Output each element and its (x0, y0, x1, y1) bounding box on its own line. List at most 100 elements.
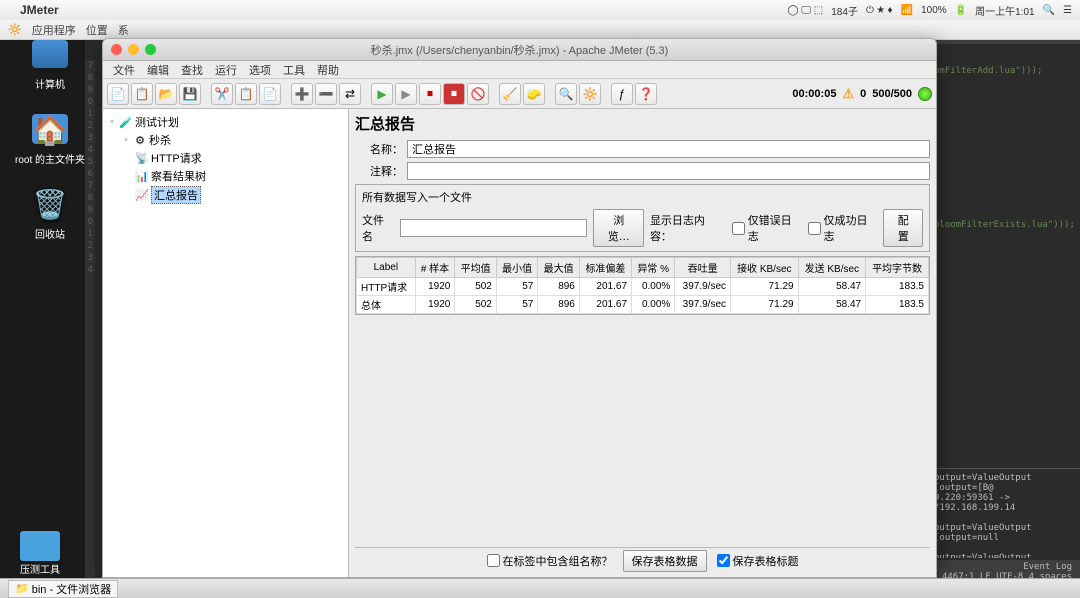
start-notime-button[interactable]: ▶ (395, 83, 417, 105)
listener-icon: 📈 (135, 188, 149, 202)
table-header[interactable]: 发送 KB/sec (798, 258, 866, 278)
content-panel: 汇总报告 名称： 注释： 所有数据写入一个文件 文件名 浏览… 显示日志内容： … (349, 109, 936, 577)
tree-handle-icon[interactable]: ◦ (107, 116, 117, 128)
configure-button[interactable]: 配置 (883, 209, 923, 247)
table-header[interactable]: 吞吐量 (675, 258, 731, 278)
menu-options[interactable]: 选项 (243, 62, 277, 78)
table-header[interactable]: Label (357, 258, 416, 278)
testplan-icon: 🧪 (119, 115, 133, 129)
minimize-button[interactable] (128, 44, 139, 55)
menu-icon[interactable]: ☰ (1063, 5, 1072, 16)
jmeter-toolbar: 📄 📋 📂 💾 ✂️ 📋 📄 ➕ ➖ ⇄ ▶ ▶ ⏹ ⏹ 🚫 🧹 🧽 🔍 🔆 ƒ… (103, 79, 936, 109)
search-icon[interactable]: 🔍 (1043, 5, 1055, 16)
menu-help[interactable]: 帮助 (311, 62, 345, 78)
tree-panel: ◦ 🧪 测试计划 ◦ ⚙ 秒杀 📡 HTTP请求 📊 察看结果树 📈 汇总报告 (103, 109, 349, 577)
status-icons: ⏻ ★ ♦ (866, 5, 893, 16)
start-button[interactable]: ▶ (371, 83, 393, 105)
table-header[interactable]: 最大值 (538, 258, 580, 278)
menu-tools[interactable]: 工具 (277, 62, 311, 78)
save-button[interactable]: 💾 (179, 83, 201, 105)
function-helper-button[interactable]: ƒ (611, 83, 633, 105)
bottom-bar: 在标签中包含组名称？ 保存表格数据 保存表格标题 (355, 547, 930, 573)
clear-button[interactable]: 🚫 (467, 83, 489, 105)
app-name[interactable]: JMeter (20, 3, 59, 17)
menu-file[interactable]: 文件 (107, 62, 141, 78)
name-input[interactable] (407, 140, 930, 158)
reset-search-button[interactable]: 🔆 (579, 83, 601, 105)
filename-input[interactable] (400, 219, 587, 237)
menu-run[interactable]: 运行 (209, 62, 243, 78)
clear-all-button[interactable]: 🧹 (499, 83, 521, 105)
comment-input[interactable] (407, 162, 930, 180)
tree-summary-report[interactable]: 📈 汇总报告 (107, 185, 344, 205)
jmeter-titlebar[interactable]: 秒杀.jmx (/Users/chenyanbin/秒杀.jmx) - Apac… (103, 39, 936, 61)
thread-count: 500/500 (872, 88, 912, 100)
collapse-button[interactable]: ➖ (315, 83, 337, 105)
macos-menubar: JMeter ◯ 🖵 ⬚ 184子 ⏻ ★ ♦ 📶 100% 🔋 周一上午1:0… (0, 0, 1080, 20)
sampler-icon: 📡 (135, 151, 149, 165)
taskbar-item[interactable]: 📁 bin - 文件浏览器 (8, 580, 118, 598)
table-header[interactable]: 平均字节数 (866, 258, 929, 278)
jmeter-menubar: 文件 编辑 查找 运行 选项 工具 帮助 (103, 61, 936, 79)
results-table: Label# 样本平均值最小值最大值标准偏差异常 %吞吐量接收 KB/sec发送… (355, 256, 930, 315)
table-row[interactable]: HTTP请求192050257896201.670.00%397.9/sec71… (357, 278, 929, 296)
success-only-checkbox[interactable]: 仅成功日志 (808, 212, 878, 244)
panel-title: 汇总报告 (355, 113, 930, 134)
sec-item[interactable]: 位置 (86, 22, 108, 38)
menu-edit[interactable]: 编辑 (141, 62, 175, 78)
tree-handle-icon[interactable]: ◦ (121, 134, 131, 146)
shutdown-button[interactable]: ⏹ (443, 83, 465, 105)
error-only-checkbox[interactable]: 仅错误日志 (732, 212, 802, 244)
tree-threadgroup[interactable]: ◦ ⚙ 秒杀 (107, 131, 344, 149)
table-row[interactable]: 总体192050257896201.670.00%397.9/sec71.295… (357, 296, 929, 314)
table-header[interactable]: 接收 KB/sec (731, 258, 799, 278)
table-header[interactable]: 标准偏差 (579, 258, 631, 278)
expand-button[interactable]: ➕ (291, 83, 313, 105)
table-header[interactable]: 平均值 (455, 258, 497, 278)
name-label: 名称： (355, 141, 403, 157)
stop-button[interactable]: ⏹ (419, 83, 441, 105)
copy-button[interactable]: 📋 (235, 83, 257, 105)
file-section: 所有数据写入一个文件 文件名 浏览… 显示日志内容： 仅错误日志 仅成功日志 配… (355, 184, 930, 252)
ide-gutter: 789012345678901234 (85, 60, 95, 578)
search-button[interactable]: 🔍 (555, 83, 577, 105)
wifi-icon[interactable]: 📶 (901, 5, 913, 16)
tree-http-request[interactable]: 📡 HTTP请求 (107, 149, 344, 167)
taskbar: 📁 bin - 文件浏览器 (0, 578, 1080, 598)
battery-icon: 🔋 (955, 5, 967, 16)
help-button[interactable]: ❓ (635, 83, 657, 105)
ide-code: omFilterAdd.lua")));bloomFilterExists.lu… (930, 60, 1080, 518)
sec-item[interactable]: 应用程序 (32, 22, 76, 38)
save-table-data-button[interactable]: 保存表格数据 (623, 550, 707, 572)
warning-icon[interactable]: ⚠ (842, 86, 854, 102)
apps-icon[interactable]: 🔆 (8, 23, 22, 36)
window-title: 秒杀.jmx (/Users/chenyanbin/秒杀.jmx) - Apac… (103, 42, 936, 58)
table-header[interactable]: # 样本 (415, 258, 455, 278)
paste-button[interactable]: 📄 (259, 83, 281, 105)
maximize-button[interactable] (145, 44, 156, 55)
open-button[interactable]: 📂 (155, 83, 177, 105)
save-header-checkbox[interactable]: 保存表格标题 (717, 553, 799, 569)
desktop-folder[interactable]: 压测工具 (20, 531, 60, 576)
close-button[interactable] (111, 44, 122, 55)
new-button[interactable]: 📄 (107, 83, 129, 105)
tree-results-tree[interactable]: 📊 察看结果树 (107, 167, 344, 185)
table-header[interactable]: 最小值 (496, 258, 538, 278)
battery-pct: 100% (921, 5, 947, 16)
toggle-button[interactable]: ⇄ (339, 83, 361, 105)
ide-console: output=ValueOutput [output=[B@ 9.220:593… (930, 468, 1080, 558)
templates-button[interactable]: 📋 (131, 83, 153, 105)
clear-one-button[interactable]: 🧽 (523, 83, 545, 105)
tree-root[interactable]: ◦ 🧪 测试计划 (107, 113, 344, 131)
folder-icon: 📁 (15, 582, 29, 595)
include-group-checkbox[interactable]: 在标签中包含组名称？ (487, 553, 613, 569)
cut-button[interactable]: ✂️ (211, 83, 233, 105)
menu-search[interactable]: 查找 (175, 62, 209, 78)
status-text: ◯ 🖵 ⬚ (787, 5, 823, 16)
sec-item[interactable]: 系 (118, 22, 129, 38)
listener-icon: 📊 (135, 169, 149, 183)
browse-button[interactable]: 浏览… (593, 209, 643, 247)
ide-status: Event Log4467:1 LF UTF-8 4 spaces (930, 560, 1080, 578)
menubar-right: ◯ 🖵 ⬚ 184子 ⏻ ★ ♦ 📶 100% 🔋 周一上午1:01 🔍 ☰ (787, 3, 1072, 18)
table-header[interactable]: 异常 % (632, 258, 675, 278)
